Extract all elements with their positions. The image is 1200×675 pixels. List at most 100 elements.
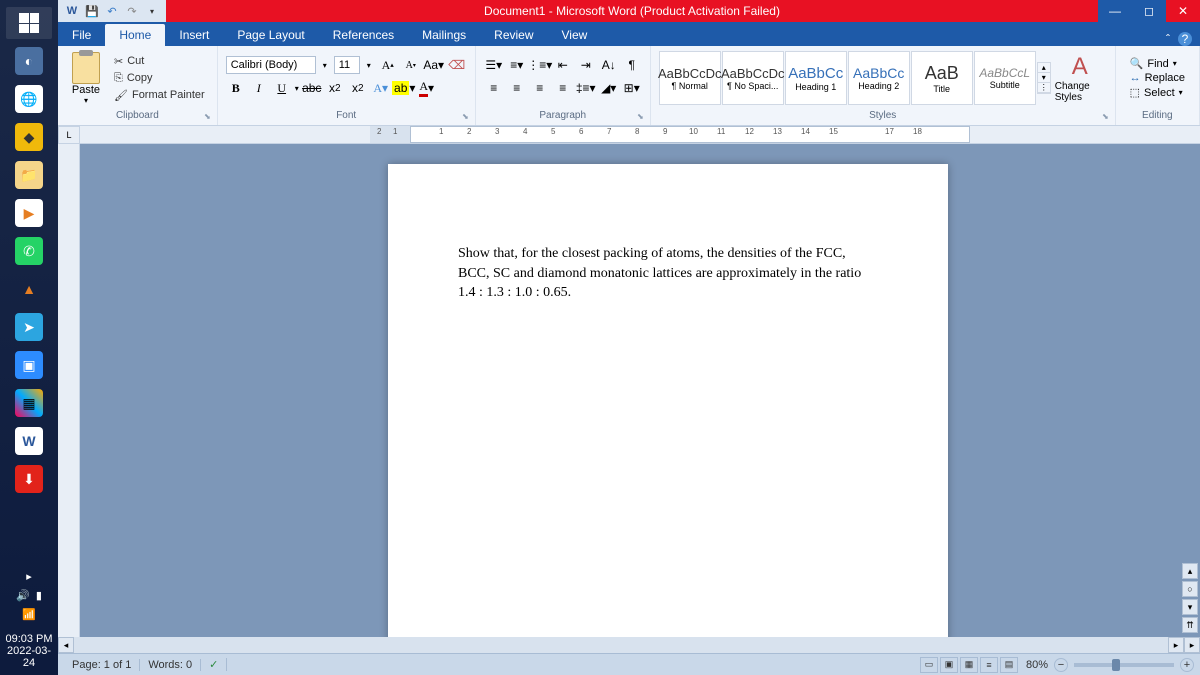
strikethrough-button[interactable]: abc	[302, 78, 322, 98]
page-indicator[interactable]: Page: 1 of 1	[64, 659, 140, 671]
show-marks-button[interactable]: ¶	[622, 55, 642, 75]
style-scroll[interactable]: ▴▾⋮	[1037, 62, 1051, 94]
underline-button[interactable]: U	[272, 78, 292, 98]
undo-icon[interactable]: ↶	[104, 3, 120, 19]
paste-button[interactable]: Paste ▾	[66, 52, 106, 105]
battery-icon[interactable]: ▮	[36, 589, 42, 602]
taskbar-app[interactable]: ▦	[6, 387, 52, 419]
style-no-spacing[interactable]: AaBbCcDc¶ No Spaci...	[722, 51, 784, 105]
print-layout-view[interactable]: ▭	[920, 657, 938, 673]
redo-icon[interactable]: ↷	[124, 3, 140, 19]
zoom-out-button[interactable]: −	[1054, 658, 1068, 672]
taskbar-binance[interactable]: ◆	[6, 121, 52, 153]
taskbar-whatsapp[interactable]: ✆	[6, 235, 52, 267]
taskbar-chrome[interactable]: 🌐	[6, 83, 52, 115]
web-layout-view[interactable]: ▦	[960, 657, 978, 673]
style-normal[interactable]: AaBbCcDc¶ Normal	[659, 51, 721, 105]
tab-view[interactable]: View	[548, 24, 602, 46]
tab-references[interactable]: References	[319, 24, 408, 46]
tab-insert[interactable]: Insert	[165, 24, 223, 46]
style-title[interactable]: AaBTitle	[911, 51, 973, 105]
highlight-button[interactable]: ab▾	[394, 78, 414, 98]
shrink-font-button[interactable]: A▾	[401, 55, 421, 75]
multilevel-button[interactable]: ⋮≡▾	[530, 55, 550, 75]
zoom-slider[interactable]	[1074, 663, 1174, 667]
increase-indent-button[interactable]: ⇥	[576, 55, 596, 75]
page-up-icon[interactable]: ⇈	[1182, 617, 1198, 633]
scroll-down-icon[interactable]: ▾	[1182, 599, 1198, 615]
bold-button[interactable]: B	[226, 78, 246, 98]
qat-dropdown-icon[interactable]: ▾	[144, 3, 160, 19]
italic-button[interactable]: I	[249, 78, 269, 98]
justify-button[interactable]: ≡	[553, 78, 573, 98]
scroll-right-icon[interactable]: ▸	[1168, 637, 1184, 653]
select-button[interactable]: ⬚Select▾	[1130, 86, 1185, 99]
tab-page-layout[interactable]: Page Layout	[223, 24, 318, 46]
scroll-up-icon[interactable]: ▴	[1182, 563, 1198, 579]
taskbar-acrobat[interactable]: ⬇	[6, 463, 52, 495]
line-spacing-button[interactable]: ‡≡▾	[576, 78, 596, 98]
find-button[interactable]: 🔍Find▾	[1130, 57, 1185, 70]
tray[interactable]: ▸	[26, 570, 32, 583]
minimize-ribbon-icon[interactable]: ˆ	[1166, 32, 1170, 46]
tab-selector[interactable]: L	[58, 126, 80, 144]
word-count[interactable]: Words: 0	[140, 659, 201, 671]
font-size-input[interactable]	[334, 56, 360, 74]
decrease-indent-button[interactable]: ⇤	[553, 55, 573, 75]
taskbar-vlc[interactable]: ▲	[6, 273, 52, 305]
clear-formatting-button[interactable]: ⌫	[447, 55, 467, 75]
sort-button[interactable]: A↓	[599, 55, 619, 75]
minimize-button[interactable]: —	[1098, 0, 1132, 22]
outline-view[interactable]: ≡	[980, 657, 998, 673]
copy-button[interactable]: ⎘Copy	[110, 71, 209, 86]
save-icon[interactable]: 💾	[84, 3, 100, 19]
clock-time[interactable]: 09:03 PM	[2, 633, 56, 645]
align-left-button[interactable]: ≡	[484, 78, 504, 98]
font-size-dropdown[interactable]: ▾	[363, 55, 375, 75]
horizontal-scrollbar[interactable]: ◂ ▸ ▸	[58, 637, 1200, 653]
document-scroll[interactable]: Show that, for the closest packing of at…	[80, 144, 1200, 637]
subscript-button[interactable]: x2	[325, 78, 345, 98]
clipboard-launcher[interactable]: ⬊	[204, 112, 211, 121]
close-button[interactable]: ✕	[1166, 0, 1200, 22]
align-right-button[interactable]: ≡	[530, 78, 550, 98]
style-heading1[interactable]: AaBbCcHeading 1	[785, 51, 847, 105]
draft-view[interactable]: ▤	[1000, 657, 1018, 673]
change-case-button[interactable]: Aa▾	[424, 55, 444, 75]
text-effects-button[interactable]: A▾	[371, 78, 391, 98]
font-color-button[interactable]: A▾	[417, 78, 437, 98]
taskbar-explorer[interactable]: 📁	[6, 159, 52, 191]
network-icon[interactable]: 📶	[22, 608, 36, 621]
ruler-vertical[interactable]	[58, 144, 80, 637]
grow-font-button[interactable]: A▴	[378, 55, 398, 75]
bullets-button[interactable]: ☰▾	[484, 55, 504, 75]
proofing-button[interactable]: ✓	[201, 658, 227, 671]
taskbar-telegram[interactable]: ➤	[6, 311, 52, 343]
help-icon[interactable]: ?	[1178, 32, 1192, 46]
style-heading2[interactable]: AaBbCcHeading 2	[848, 51, 910, 105]
ruler-horizontal[interactable]: L 21 1234567891011121314151718	[80, 126, 1200, 144]
taskbar-word[interactable]: W	[6, 425, 52, 457]
browse-object-icon[interactable]: ○	[1182, 581, 1198, 597]
volume-icon[interactable]: 🔊	[16, 589, 30, 602]
superscript-button[interactable]: x2	[348, 78, 368, 98]
split-icon[interactable]: ▸	[1184, 637, 1200, 653]
shading-button[interactable]: ◢▾	[599, 78, 619, 98]
maximize-button[interactable]: ◻	[1132, 0, 1166, 22]
numbering-button[interactable]: ≡▾	[507, 55, 527, 75]
change-styles-button[interactable]: A Change Styles	[1055, 53, 1105, 103]
taskbar-media[interactable]: ▶	[6, 197, 52, 229]
tab-review[interactable]: Review	[480, 24, 547, 46]
tab-home[interactable]: Home	[105, 24, 165, 46]
paragraph-launcher[interactable]: ⬊	[637, 112, 644, 121]
zoom-in-button[interactable]: +	[1180, 658, 1194, 672]
taskbar-zoom[interactable]: ▣	[6, 349, 52, 381]
font-name-dropdown[interactable]: ▾	[319, 55, 331, 75]
tab-mailings[interactable]: Mailings	[408, 24, 480, 46]
style-subtitle[interactable]: AaBbCcLSubtitle	[974, 51, 1036, 105]
align-center-button[interactable]: ≡	[507, 78, 527, 98]
format-painter-button[interactable]: 🖌Format Painter	[110, 88, 209, 103]
borders-button[interactable]: ⊞▾	[622, 78, 642, 98]
zoom-level[interactable]: 80%	[1026, 659, 1048, 671]
taskbar-cortana[interactable]: ◐	[6, 45, 52, 77]
